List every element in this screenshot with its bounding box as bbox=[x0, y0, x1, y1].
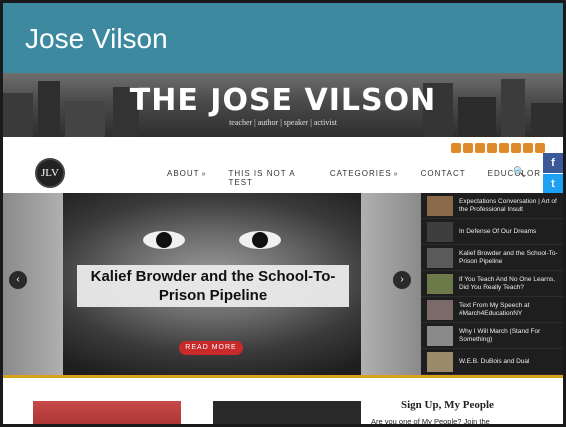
site-tagline: teacher | author | speaker | activist bbox=[229, 118, 337, 127]
list-item[interactable]: Text From My Speech at #March4EducationN… bbox=[421, 297, 563, 323]
signup-widget-title: Sign Up, My People bbox=[401, 399, 494, 411]
post-title: Kalief Browder and the School-To-Prison … bbox=[459, 249, 558, 265]
post-title: W.E.B. DuBois and Dual bbox=[459, 357, 530, 365]
post-thumbnail bbox=[427, 195, 453, 216]
facebook-share-icon[interactable]: f bbox=[543, 153, 563, 173]
featured-slider[interactable]: ‹ › Kalief Browder and the School-To-Pri… bbox=[3, 193, 421, 376]
list-item[interactable]: W.E.B. DuBois and Dual bbox=[421, 349, 563, 375]
signup-widget-text: Are you one of My People? Join the bbox=[371, 417, 490, 426]
linkedin-icon[interactable] bbox=[487, 143, 497, 153]
nav-label: THIS IS NOT A TEST bbox=[228, 169, 296, 187]
read-more-button[interactable]: READ MORE bbox=[179, 341, 243, 355]
site-banner[interactable]: THE JOSE VILSON teacher | author | speak… bbox=[3, 73, 563, 137]
nav-item-this-is-not-a-test[interactable]: THIS IS NOT A TEST bbox=[228, 169, 307, 187]
eye-left bbox=[143, 231, 185, 249]
site-logo[interactable]: JLV bbox=[35, 158, 65, 188]
nav-items: ABOUT» THIS IS NOT A TEST CATEGORIES» CO… bbox=[167, 169, 563, 187]
post-title: Expectations Conversation | Art of the P… bbox=[459, 197, 557, 213]
main-nav: JLV ABOUT» THIS IS NOT A TEST CATEGORIES… bbox=[3, 153, 563, 195]
twitter-share-icon[interactable]: t bbox=[543, 174, 563, 194]
section-divider bbox=[3, 375, 563, 378]
post-thumbnail bbox=[427, 247, 453, 268]
site-brand[interactable]: THE JOSE VILSON bbox=[3, 83, 563, 118]
post-title: In Defense Of Our Dreams bbox=[459, 227, 537, 235]
pupil bbox=[252, 232, 268, 248]
list-item[interactable]: Expectations Conversation | Art of the P… bbox=[421, 193, 563, 219]
article-card-image[interactable] bbox=[213, 401, 361, 424]
list-item[interactable]: If You Teach And No One Learns, Did You … bbox=[421, 271, 563, 297]
social-icons bbox=[451, 143, 545, 153]
nav-item-about[interactable]: ABOUT» bbox=[167, 169, 206, 187]
nav-label: CONTACT bbox=[420, 169, 466, 178]
google-plus-icon[interactable] bbox=[475, 143, 485, 153]
page-title: Jose Vilson bbox=[25, 23, 168, 54]
browser-frame: Jose Vilson THE JOSE VILSON teacher | au… bbox=[0, 0, 566, 427]
eye-right bbox=[239, 231, 281, 249]
post-thumbnail bbox=[427, 273, 453, 294]
tumblr-icon[interactable] bbox=[523, 143, 533, 153]
nav-label: ABOUT bbox=[167, 169, 200, 178]
post-thumbnail bbox=[427, 221, 453, 242]
search-icon[interactable]: 🔍 bbox=[513, 167, 525, 178]
post-thumbnail bbox=[427, 325, 453, 346]
list-item[interactable]: In Defense Of Our Dreams bbox=[421, 219, 563, 245]
slider-prev-button[interactable]: ‹ bbox=[9, 271, 27, 289]
post-title: If You Teach And No One Learns, Did You … bbox=[459, 275, 556, 291]
post-title: Text From My Speech at #March4EducationN… bbox=[459, 301, 530, 317]
nav-label: CATEGORIES bbox=[329, 169, 392, 178]
chevron-down-icon: » bbox=[393, 171, 399, 178]
pupil bbox=[156, 232, 172, 248]
post-thumbnail bbox=[427, 351, 453, 372]
list-item[interactable]: Why I Will March (Stand For Something) bbox=[421, 323, 563, 349]
slider-next-button[interactable]: › bbox=[393, 271, 411, 289]
chevron-down-icon: » bbox=[201, 171, 207, 178]
twitter-icon[interactable] bbox=[463, 143, 473, 153]
youtube-icon[interactable] bbox=[499, 143, 509, 153]
rss-icon[interactable] bbox=[535, 143, 545, 153]
nav-item-categories[interactable]: CATEGORIES» bbox=[330, 169, 399, 187]
article-card-image[interactable] bbox=[33, 401, 181, 424]
post-thumbnail bbox=[427, 299, 453, 320]
slide-title[interactable]: Kalief Browder and the School-To-Prison … bbox=[77, 265, 349, 307]
instagram-icon[interactable] bbox=[511, 143, 521, 153]
facebook-icon[interactable] bbox=[451, 143, 461, 153]
slide-image-right-shade bbox=[361, 193, 421, 376]
list-item[interactable]: Kalief Browder and the School-To-Prison … bbox=[421, 245, 563, 271]
post-title: Why I Will March (Stand For Something) bbox=[459, 327, 541, 343]
recent-posts-list: Expectations Conversation | Art of the P… bbox=[421, 193, 563, 376]
nav-item-contact[interactable]: CONTACT bbox=[421, 169, 466, 187]
